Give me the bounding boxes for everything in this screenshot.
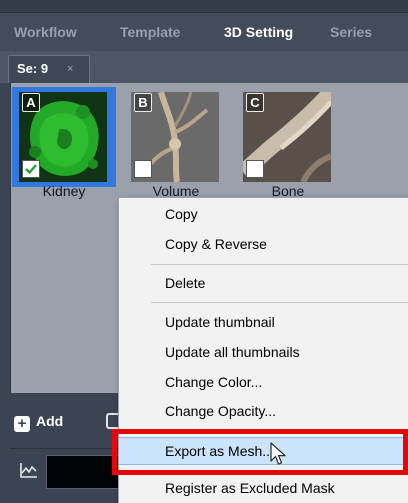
thumbnail-bone[interactable]: C Bone xyxy=(236,87,340,199)
menu-item-update-thumbnail[interactable]: Update thumbnail xyxy=(119,308,408,336)
thumbnail-label: Kidney xyxy=(42,183,86,199)
menu-item-delete[interactable]: Delete xyxy=(119,269,408,297)
visibility-checkbox[interactable] xyxy=(22,160,40,178)
thumbnail-kidney[interactable]: A Kidney xyxy=(12,87,116,199)
menu-item-register-excluded-mask[interactable]: Register as Excluded Mask xyxy=(119,474,408,502)
menu-item-change-opacity[interactable]: Change Opacity... xyxy=(119,397,408,425)
menu-item-update-all-thumbnails[interactable]: Update all thumbnails xyxy=(119,338,408,366)
tab-workflow[interactable]: Workflow xyxy=(14,13,77,51)
thumbnail-letter: A xyxy=(22,93,40,112)
menu-item-copy-reverse[interactable]: Copy & Reverse xyxy=(119,230,408,258)
thumbnail-volume[interactable]: B Volume xyxy=(124,87,228,199)
plus-icon: + xyxy=(14,416,30,432)
add-button-label: Add xyxy=(36,413,64,429)
thumbnail-image: A xyxy=(19,92,107,182)
main-tabbar: Workflow Template 3D Setting Series xyxy=(0,13,408,51)
menu-separator xyxy=(151,302,408,303)
thumbnail-letter: B xyxy=(134,93,152,112)
menu-item-export-as-mesh[interactable]: Export as Mesh... xyxy=(119,437,408,465)
thumbnail-image: C xyxy=(243,92,331,182)
menu-item-change-color[interactable]: Change Color... xyxy=(119,368,408,396)
close-icon[interactable]: × xyxy=(67,56,73,82)
visibility-checkbox[interactable] xyxy=(134,160,152,178)
title-strip xyxy=(0,0,408,13)
visibility-checkbox[interactable] xyxy=(246,160,264,178)
series-tab[interactable]: Se: 9 × xyxy=(8,55,90,83)
thumbnail-letter: C xyxy=(246,93,264,112)
menu-separator xyxy=(151,264,408,265)
context-menu: Copy Copy & Reverse Delete Update thumbn… xyxy=(118,197,408,503)
chart-icon[interactable] xyxy=(20,462,38,478)
series-tab-label: Se: 9 xyxy=(17,61,49,76)
menu-item-copy[interactable]: Copy xyxy=(119,200,408,228)
tab-3d-setting[interactable]: 3D Setting xyxy=(224,13,293,51)
thumbnail-image: B xyxy=(131,92,219,182)
color-swatch[interactable] xyxy=(46,455,128,489)
add-button[interactable]: + Add xyxy=(14,410,63,432)
check-icon xyxy=(25,164,37,175)
app-window: Workflow Template 3D Setting Series Se: … xyxy=(0,0,408,503)
tab-series[interactable]: Series xyxy=(330,13,372,51)
tab-template[interactable]: Template xyxy=(120,13,180,51)
series-tabbar: Se: 9 × xyxy=(0,51,408,83)
